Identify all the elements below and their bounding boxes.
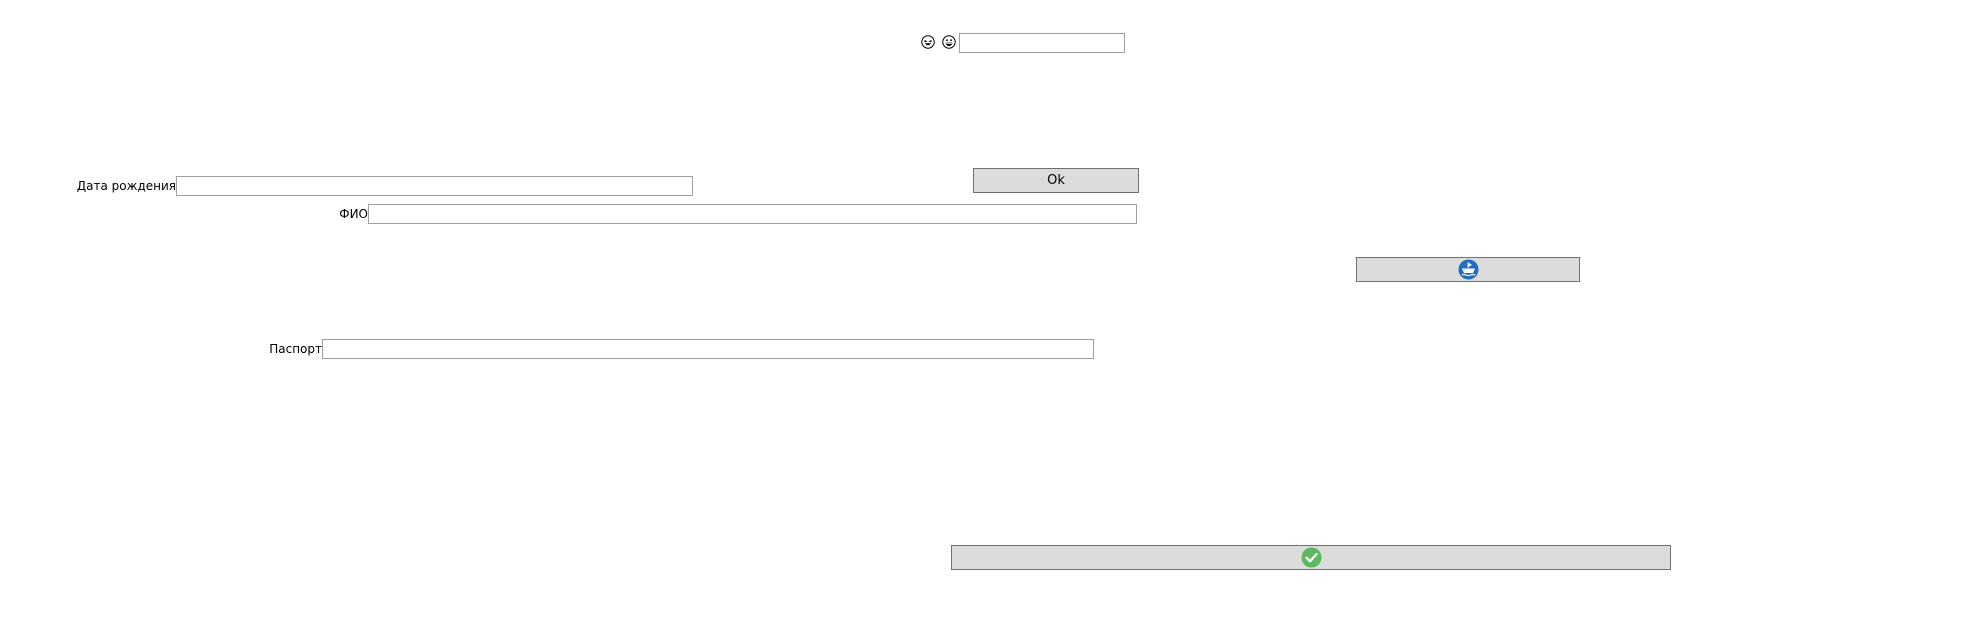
confirm-button[interactable] [951, 545, 1671, 570]
ship-icon [1458, 259, 1478, 280]
grinning-emoji-icon [942, 35, 956, 49]
top-input[interactable] [959, 33, 1125, 53]
passport-field[interactable] [322, 339, 1094, 359]
passport-label: Паспорт [269, 342, 322, 356]
birth-date-field[interactable] [176, 176, 693, 196]
ship-button[interactable] [1356, 257, 1580, 282]
laughing-emoji-icon [921, 35, 935, 49]
full-name-field[interactable] [368, 204, 1137, 224]
full-name-label: ФИО [339, 207, 368, 221]
ok-button[interactable]: Ok [973, 168, 1139, 193]
checkmark-icon [1301, 547, 1321, 568]
ok-button-label: Ok [1047, 173, 1065, 188]
birth-date-label: Дата рождения [76, 179, 176, 193]
